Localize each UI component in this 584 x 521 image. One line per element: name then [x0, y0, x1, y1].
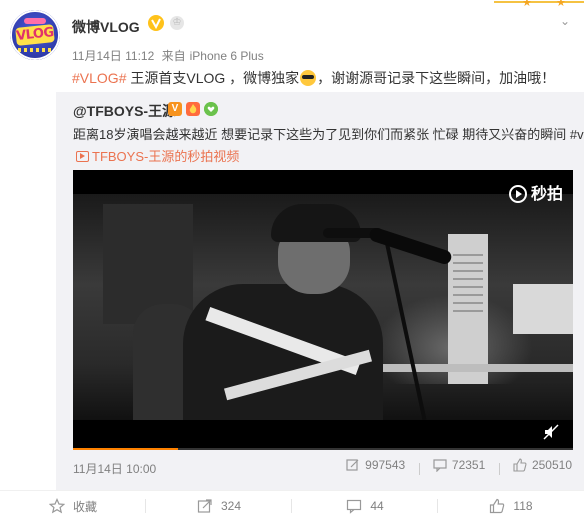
favorite-label: 收藏 [72, 499, 97, 514]
avatar[interactable]: VLOG [10, 10, 60, 60]
repost-button[interactable]: 324 [146, 491, 292, 521]
like-count-value: 250510 [531, 458, 572, 472]
decorative-stripe: ★ ★ [494, 0, 584, 10]
green-heart-icon[interactable] [204, 102, 218, 116]
video-frame [73, 194, 573, 420]
fire-badge-icon[interactable] [186, 102, 200, 116]
like-count: 118 [513, 499, 533, 513]
original-text: 距离18岁演唱会越来越近 想要记录下这些为了见到你们而紧张 忙碌 期待又兴奋的瞬… [73, 127, 584, 142]
repost-icon [197, 499, 212, 513]
star-outline-icon [48, 498, 65, 514]
repost-count-value: 997543 [365, 458, 406, 472]
comment-icon [433, 459, 447, 472]
member-icon[interactable]: ♔ [170, 16, 184, 30]
verified-icon [148, 15, 164, 31]
miaopai-watermark: 秒拍 [508, 180, 563, 204]
thumbs-up-icon [513, 458, 527, 472]
repost-count: 324 [220, 499, 242, 513]
action-bar: 收藏 324 44 118 [0, 490, 584, 521]
video-progress-bar[interactable] [73, 448, 573, 450]
original-like-count[interactable]: 250510 [513, 458, 572, 472]
verified-v-icon: V [168, 102, 182, 116]
post-date[interactable]: 11月14日 11:12 [72, 49, 154, 63]
repost-icon [346, 459, 359, 471]
cool-emoji-icon [300, 70, 317, 86]
source-prefix: 来自 [161, 49, 186, 63]
video-link[interactable]: TFBOYS-王源的秒拍视频 [76, 146, 239, 165]
original-date[interactable]: 11月14日 10:00 [73, 460, 156, 477]
like-button[interactable]: 118 [438, 491, 584, 521]
star-icon: ★ [556, 0, 566, 9]
original-repost-count[interactable]: 997543 [346, 458, 405, 472]
post-meta: 11月14日 11:12 来自 iPhone 6 Plus [72, 47, 268, 64]
watermark-label: 秒拍 [530, 186, 563, 203]
video-icon [76, 151, 89, 162]
video-progress-fill [73, 448, 178, 450]
post-source[interactable]: iPhone 6 Plus [190, 49, 264, 63]
comment-count-value: 72351 [451, 458, 486, 472]
original-stats: 997543 72351 250510 [336, 458, 572, 475]
original-author[interactable]: @TFBOYS-王源 [73, 101, 176, 121]
comment-count: 44 [370, 499, 384, 513]
comment-icon [347, 499, 362, 514]
hashtag-link[interactable]: #VLOG# [72, 70, 126, 86]
author-name[interactable]: 微博VLOG [72, 17, 140, 37]
original-comment-count[interactable]: 72351 [433, 458, 485, 472]
post-body-2: ，谢谢源哥记录下这些瞬间，加油哦！ [317, 70, 556, 86]
mute-icon[interactable] [543, 424, 559, 440]
chevron-down-icon[interactable]: ⌄ [560, 14, 570, 28]
thumbs-up-icon [490, 498, 505, 514]
video-link-label: TFBOYS-王源的秒拍视频 [92, 149, 240, 164]
post-body-1: 王源首支VLOG ，微博独家 [126, 70, 300, 86]
star-icon: ★ [522, 0, 532, 9]
comment-button[interactable]: 44 [292, 491, 438, 521]
favorite-button[interactable]: 收藏 [0, 491, 146, 521]
repost-card: @TFBOYS-王源 V 距离18岁演唱会越来越近 想要记录下这些为了见到你们而… [56, 92, 584, 490]
play-circle-icon [508, 185, 527, 203]
video-player[interactable]: 秒拍 [73, 170, 573, 450]
post-text: #VLOG# 王源首支VLOG ，微博独家 ，谢谢源哥记录下这些瞬间，加油哦！ [72, 68, 555, 88]
